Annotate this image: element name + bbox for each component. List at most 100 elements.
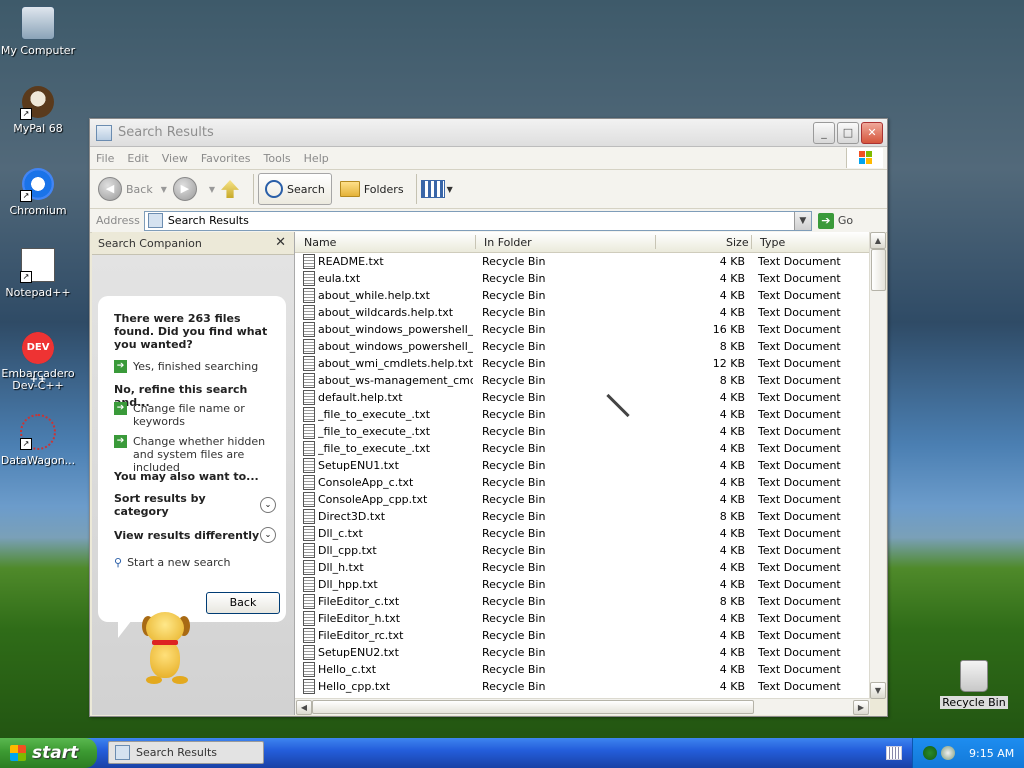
table-row[interactable]: about_wmi_cmdlets.help.txt Recycle Bin 12 … xyxy=(295,355,870,372)
start-button[interactable]: start xyxy=(0,738,97,768)
file-name: Dll_hpp.txt xyxy=(318,578,378,591)
forward-button[interactable]: ▶ xyxy=(172,177,201,201)
balloon-tail xyxy=(118,620,132,638)
column-divider[interactable] xyxy=(475,235,476,249)
file-type: Text Document xyxy=(758,340,841,353)
table-row[interactable]: about_while.help.txt Recycle Bin 4 KB Text … xyxy=(295,287,870,304)
desktop-icon-datawagon[interactable]: ↗ DataWagon... xyxy=(0,414,78,467)
file-size: 4 KB xyxy=(719,663,745,676)
view-results-row[interactable]: View results differently ⌄ xyxy=(114,527,276,543)
table-row[interactable]: SetupENU2.txt Recycle Bin 4 KB Text Documen… xyxy=(295,644,870,661)
dog-body xyxy=(150,640,180,678)
table-row[interactable]: _file_to_execute_.txt Recycle Bin 4 KB Text… xyxy=(295,406,870,423)
change-filename-link[interactable]: ➔ Change file name or keywords xyxy=(114,402,264,428)
tray-security-icon[interactable] xyxy=(941,746,955,760)
file-size: 4 KB xyxy=(719,391,745,404)
forward-dropdown-icon[interactable]: ▼ xyxy=(209,185,215,194)
address-dropdown-button[interactable]: ▼ xyxy=(793,211,811,230)
table-row[interactable]: SetupENU1.txt Recycle Bin 4 KB Text Documen… xyxy=(295,457,870,474)
vertical-scrollbar[interactable]: ▲ ▼ xyxy=(869,232,886,699)
file-type: Text Document xyxy=(758,459,841,472)
maximize-button[interactable]: □ xyxy=(837,121,859,144)
file-type: Text Document xyxy=(758,544,841,557)
menu-tools[interactable]: Tools xyxy=(264,152,291,165)
table-row[interactable]: default.help.txt Recycle Bin 4 KB Text Docu… xyxy=(295,389,870,406)
table-row[interactable]: Dll_cpp.txt Recycle Bin 4 KB Text Document xyxy=(295,542,870,559)
table-row[interactable]: Dll_c.txt Recycle Bin 4 KB Text Document xyxy=(295,525,870,542)
folders-button[interactable]: Folders xyxy=(339,181,404,197)
table-row[interactable]: about_ws-management_cmdl... Recycle Bin 8 … xyxy=(295,372,870,389)
column-divider[interactable] xyxy=(655,235,656,249)
menu-edit[interactable]: Edit xyxy=(127,152,148,165)
yes-finished-link[interactable]: ➔ Yes, finished searching xyxy=(114,360,258,373)
table-row[interactable]: FileEditor_rc.txt Recycle Bin 4 KB Text Doc… xyxy=(295,627,870,644)
close-pane-icon[interactable]: ✕ xyxy=(275,235,286,250)
table-row[interactable]: FileEditor_c.txt Recycle Bin 8 KB Text Docu… xyxy=(295,593,870,610)
table-row[interactable]: _file_to_execute_.txt Recycle Bin 4 KB Text… xyxy=(295,440,870,457)
column-divider[interactable] xyxy=(751,235,752,249)
table-row[interactable]: ConsoleApp_cpp.txt Recycle Bin 4 KB Text Do… xyxy=(295,491,870,508)
toolbar-separator xyxy=(415,174,417,204)
menu-view[interactable]: View xyxy=(162,152,188,165)
table-row[interactable]: ConsoleApp_c.txt Recycle Bin 4 KB Text Docu… xyxy=(295,474,870,491)
table-row[interactable]: FileEditor_h.txt Recycle Bin 4 KB Text Docu… xyxy=(295,610,870,627)
desktop-icon-mypal[interactable]: ↗ MyPal 68 xyxy=(0,86,78,135)
back-button-pane[interactable]: Back xyxy=(206,592,280,614)
file-name: Dll_cpp.txt xyxy=(318,544,377,557)
tray-network-icon[interactable] xyxy=(923,746,937,760)
in-folder: Recycle Bin xyxy=(482,527,546,540)
in-folder: Recycle Bin xyxy=(482,629,546,642)
up-folder-button[interactable] xyxy=(221,180,241,198)
horizontal-scrollbar[interactable]: ◀ ▶ xyxy=(295,698,870,715)
table-row[interactable]: Hello_cpp.txt Recycle Bin 4 KB Text Documen… xyxy=(295,678,870,695)
scroll-right-arrow[interactable]: ▶ xyxy=(853,700,869,715)
window-titlebar[interactable]: Search Results _ □ ✕ xyxy=(90,119,887,147)
notepadpp-icon: ↗ xyxy=(20,248,55,283)
menu-help[interactable]: Help xyxy=(304,152,329,165)
column-size[interactable]: Size xyxy=(726,236,749,249)
back-dropdown-icon[interactable]: ▼ xyxy=(161,185,167,194)
search-button[interactable]: Search xyxy=(258,173,332,205)
table-row[interactable]: Dll_hpp.txt Recycle Bin 4 KB Text Document xyxy=(295,576,870,593)
minimize-button[interactable]: _ xyxy=(813,121,835,144)
table-row[interactable]: Direct3D.txt Recycle Bin 8 KB Text Document xyxy=(295,508,870,525)
search-dog-icon[interactable] xyxy=(138,610,198,690)
table-row[interactable]: eula.txt Recycle Bin 4 KB Text Document xyxy=(295,270,870,287)
text-document-icon xyxy=(303,407,315,422)
desktop-icon-my-computer[interactable]: My Computer xyxy=(0,6,78,57)
new-search-link[interactable]: ⚲ Start a new search xyxy=(114,556,230,569)
address-field[interactable]: Search Results ▼ xyxy=(143,210,812,231)
chevron-down-icon[interactable]: ⌄ xyxy=(260,497,276,513)
vertical-scroll-thumb[interactable] xyxy=(871,249,886,291)
folders-label: Folders xyxy=(363,182,404,196)
column-in-folder[interactable]: In Folder xyxy=(484,236,532,249)
taskbar-button-search-results[interactable]: Search Results xyxy=(108,741,264,764)
back-button[interactable]: ◀ Back xyxy=(98,177,153,201)
go-button[interactable]: ➔ Go xyxy=(817,212,853,229)
scroll-up-arrow[interactable]: ▲ xyxy=(870,232,886,249)
horizontal-scroll-thumb[interactable] xyxy=(312,700,754,714)
table-row[interactable]: about_windows_powershell_2... Recycle Bin… xyxy=(295,321,870,338)
desktop-icon-chromium[interactable]: ↗ Chromium xyxy=(0,168,78,217)
column-type[interactable]: Type xyxy=(760,236,785,249)
table-row[interactable]: _file_to_execute_.txt Recycle Bin 4 KB Text… xyxy=(295,423,870,440)
desktop-icon-notepadpp[interactable]: ↗ Notepad++ xyxy=(0,248,78,299)
desktop-icon-devcpp[interactable]: DEV ++ Embarcadero Dev-C++ xyxy=(0,332,78,392)
close-button[interactable]: ✕ xyxy=(861,121,883,144)
views-button[interactable]: ▼ xyxy=(420,180,453,198)
change-hidden-files-link[interactable]: ➔ Change whether hidden and system files… xyxy=(114,435,274,474)
sort-by-category-row[interactable]: Sort results by category ⌄ xyxy=(114,492,276,518)
chevron-down-icon[interactable]: ⌄ xyxy=(260,527,276,543)
scroll-down-arrow[interactable]: ▼ xyxy=(870,682,886,699)
scroll-left-arrow[interactable]: ◀ xyxy=(296,700,312,715)
menu-file[interactable]: File xyxy=(96,152,114,165)
table-row[interactable]: about_wildcards.help.txt Recycle Bin 4 KB T… xyxy=(295,304,870,321)
table-row[interactable]: Dll_h.txt Recycle Bin 4 KB Text Document xyxy=(295,559,870,576)
desktop-icon-recycle-bin[interactable]: Recycle Bin xyxy=(934,660,1014,709)
table-row[interactable]: Hello_c.txt Recycle Bin 4 KB Text Document xyxy=(295,661,870,678)
keyboard-language-icon[interactable] xyxy=(886,746,902,760)
column-name[interactable]: Name xyxy=(304,236,336,249)
table-row[interactable]: README.txt Recycle Bin 4 KB Text Document xyxy=(295,253,870,270)
table-row[interactable]: about_windows_powershell_i... Recycle Bin… xyxy=(295,338,870,355)
menu-favorites[interactable]: Favorites xyxy=(201,152,251,165)
